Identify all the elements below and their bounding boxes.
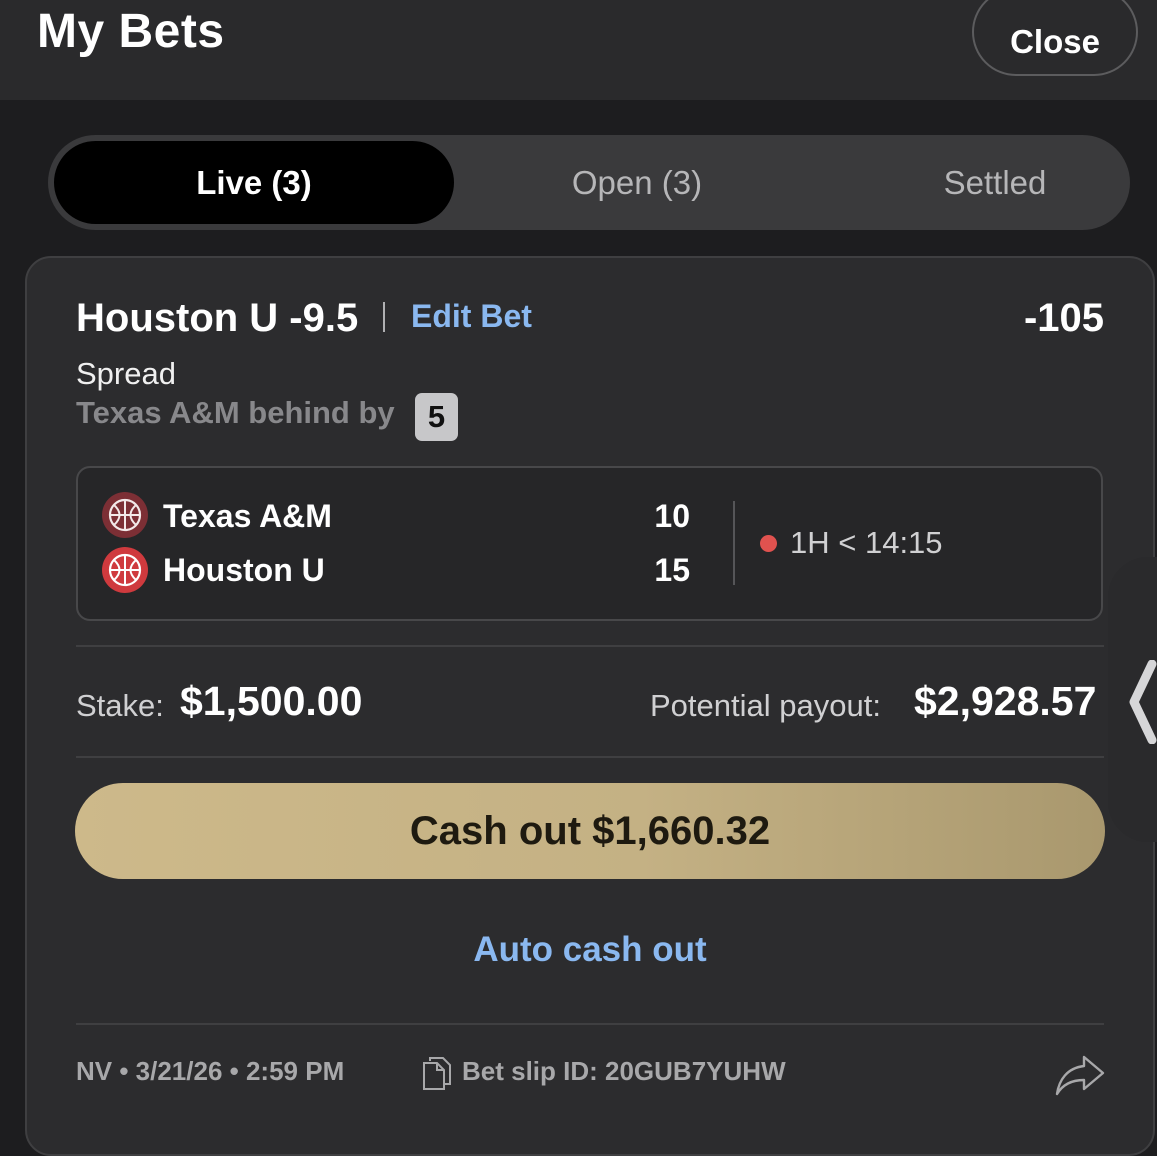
chevron-left-icon[interactable]	[1126, 659, 1157, 749]
tab-open[interactable]: Open (3)	[458, 135, 816, 230]
auto-cash-out-link[interactable]: Auto cash out	[0, 930, 1157, 970]
live-indicator-icon	[760, 535, 777, 552]
cash-out-button[interactable]: Cash out $1,660.32	[75, 783, 1105, 879]
stake-label: Stake:	[76, 688, 164, 723]
team-score: 15	[654, 552, 690, 588]
divider	[76, 645, 1104, 647]
divider	[76, 1023, 1104, 1025]
stake-value: $1,500.00	[180, 678, 363, 724]
copy-icon[interactable]	[421, 1055, 453, 1096]
margin-badge: 5	[415, 393, 458, 441]
bet-market: Spread	[76, 356, 176, 391]
bet-slip-id: Bet slip ID: 20GUB7YUHW	[462, 1056, 786, 1086]
tab-live[interactable]: Live (3)	[54, 141, 454, 224]
basketball-icon	[102, 547, 148, 598]
scoreboard	[76, 466, 1103, 621]
bet-odds: -105	[1023, 296, 1104, 340]
close-button[interactable]: Close	[972, 0, 1138, 76]
title-divider	[383, 302, 385, 332]
payout-label: Potential payout:	[650, 688, 881, 723]
scoreboard-divider	[733, 501, 735, 585]
page-title: My Bets	[37, 5, 225, 58]
game-clock: 1H < 14:15	[790, 525, 943, 560]
tab-settled[interactable]: Settled	[816, 135, 1157, 230]
payout-value: $2,928.57	[914, 678, 1097, 724]
team-name: Texas A&M	[163, 498, 332, 534]
edit-bet-link[interactable]: Edit Bet	[411, 298, 532, 335]
team-score: 10	[654, 498, 690, 534]
basketball-icon	[102, 492, 148, 543]
share-icon[interactable]	[1054, 1053, 1106, 1102]
bet-meta: NV • 3/21/26 • 2:59 PM	[76, 1056, 345, 1086]
team-name: Houston U	[163, 552, 325, 588]
bet-tabs: Live (3) Open (3) Settled	[48, 135, 1130, 230]
bet-selection: Houston U -9.5	[76, 296, 359, 340]
bet-status-text: Texas A&M behind by	[76, 395, 395, 430]
divider	[76, 756, 1104, 758]
